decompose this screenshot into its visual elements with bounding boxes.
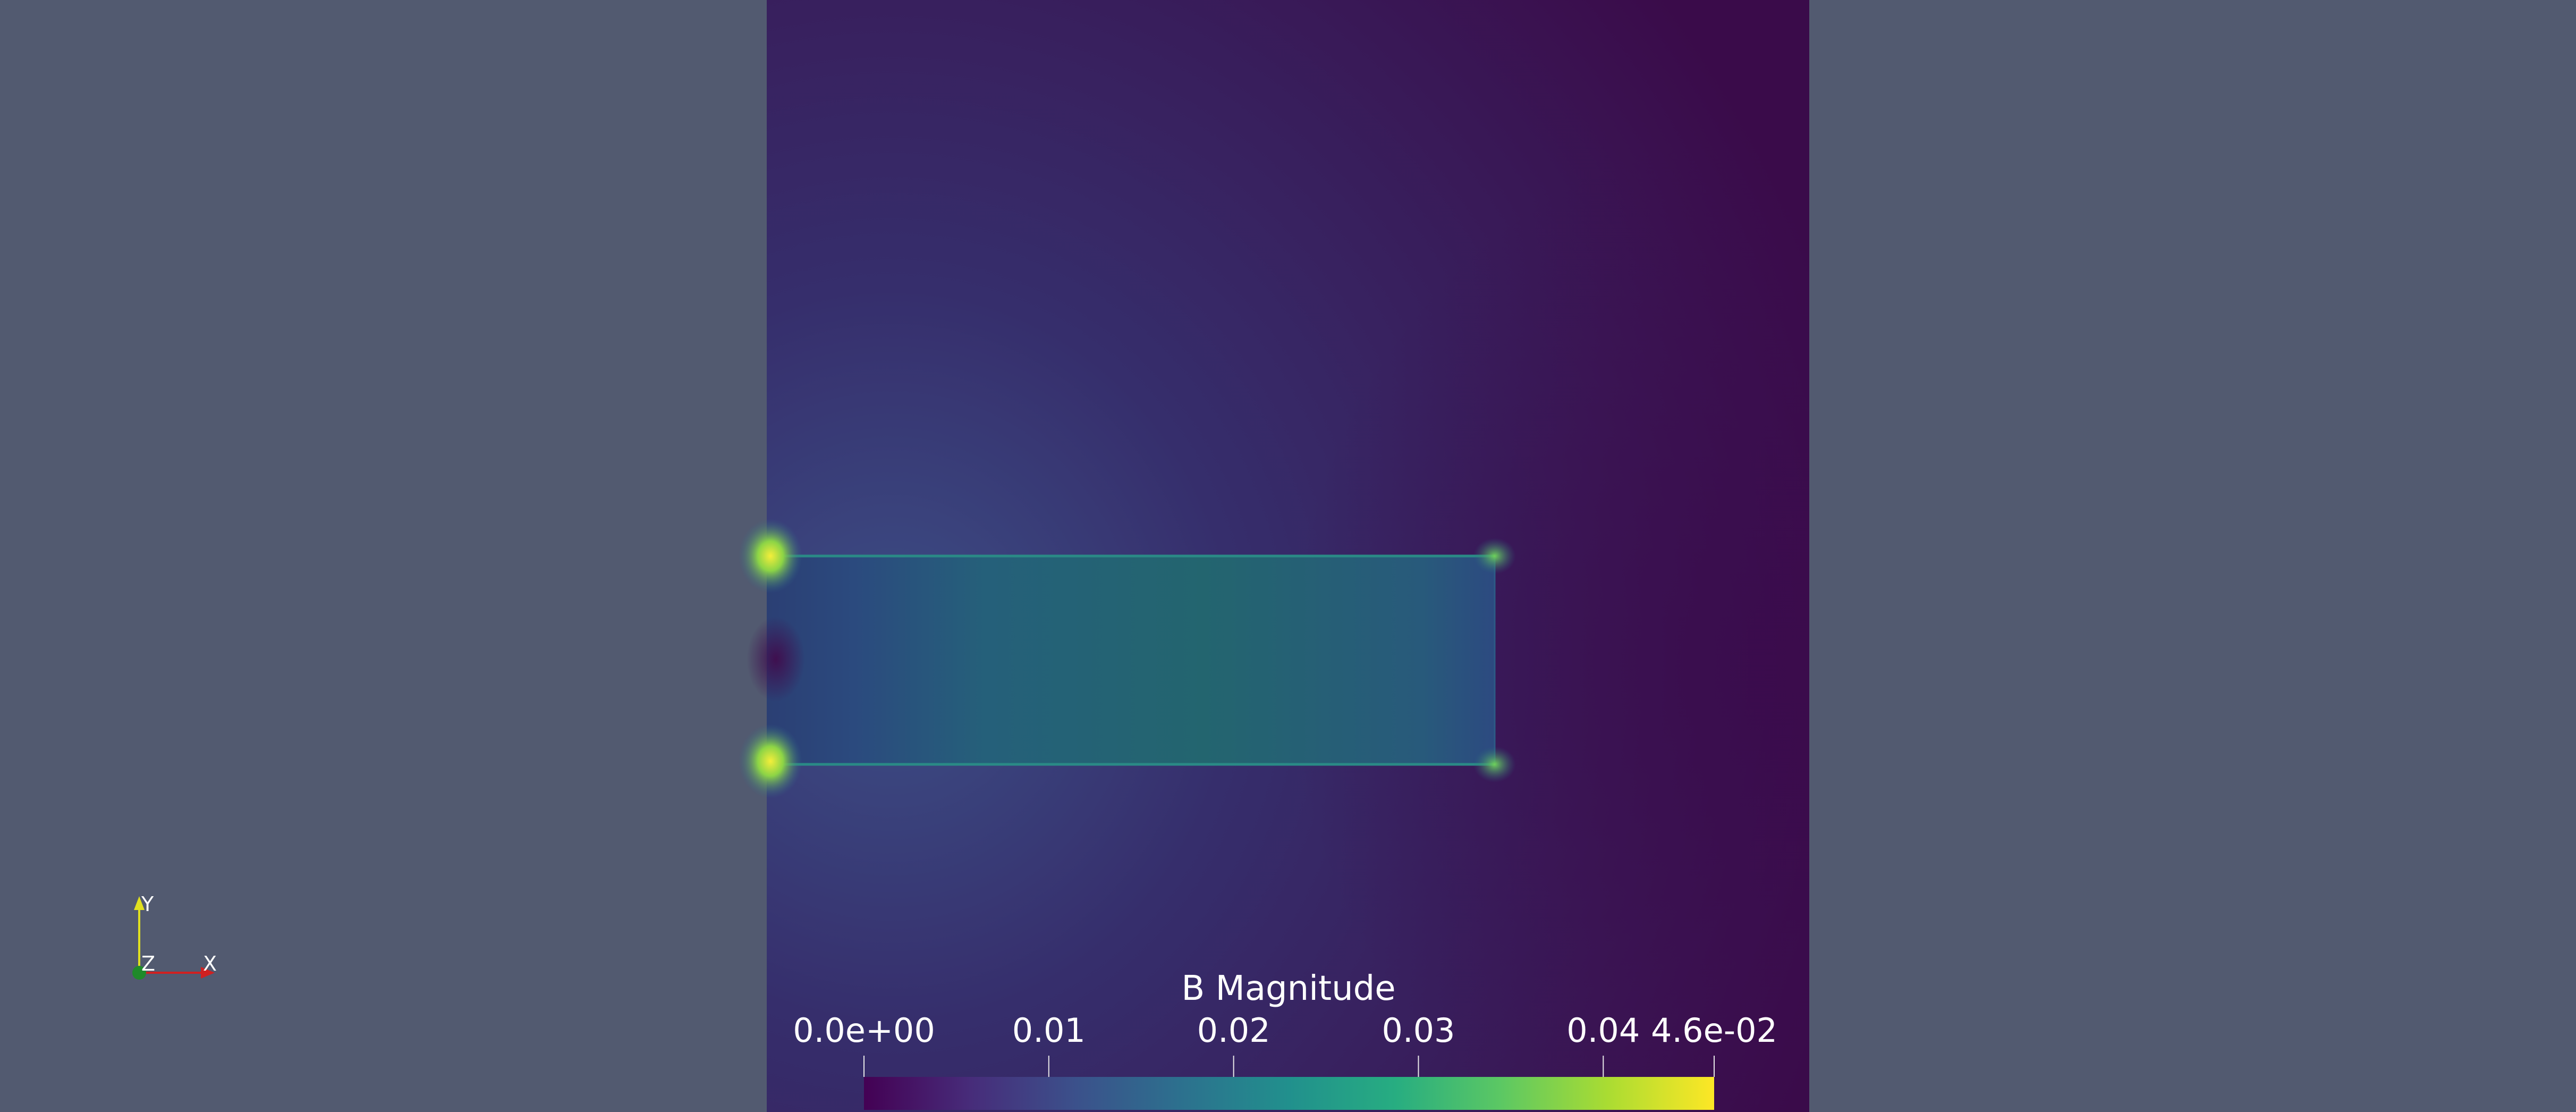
hotspot-bottom-left (739, 724, 802, 798)
colorbar-tick-label: 0.01 (1012, 1011, 1086, 1050)
render-viewport[interactable]: B Magnitude 0.0e+00 0.01 0.02 0.03 0.04 4.6e-… (0, 0, 2576, 1112)
z-axis-label: Z (141, 952, 156, 975)
bar-region (767, 556, 1495, 764)
cold-spot-left (747, 617, 805, 702)
colorbar-tick-label: 4.6e-02 (1650, 1011, 1778, 1050)
colorbar-title: B Magnitude (1181, 969, 1396, 1008)
field-render (132, 0, 1809, 1112)
colorbar-gradient (864, 1077, 1714, 1110)
colorbar-tick-label: 0.04 (1566, 1011, 1640, 1050)
hotspot-bottom-right (1473, 746, 1516, 782)
y-axis-label: Y (141, 892, 154, 916)
hotspot-top-left (739, 519, 802, 593)
colorbar-tick-label: 0.02 (1197, 1011, 1270, 1050)
x-axis-label: X (203, 952, 217, 975)
hotspot-top-right (1473, 538, 1516, 574)
colorbar-tick-label: 0.03 (1382, 1011, 1455, 1050)
colorbar-tick-label: 0.0e+00 (793, 1011, 935, 1050)
